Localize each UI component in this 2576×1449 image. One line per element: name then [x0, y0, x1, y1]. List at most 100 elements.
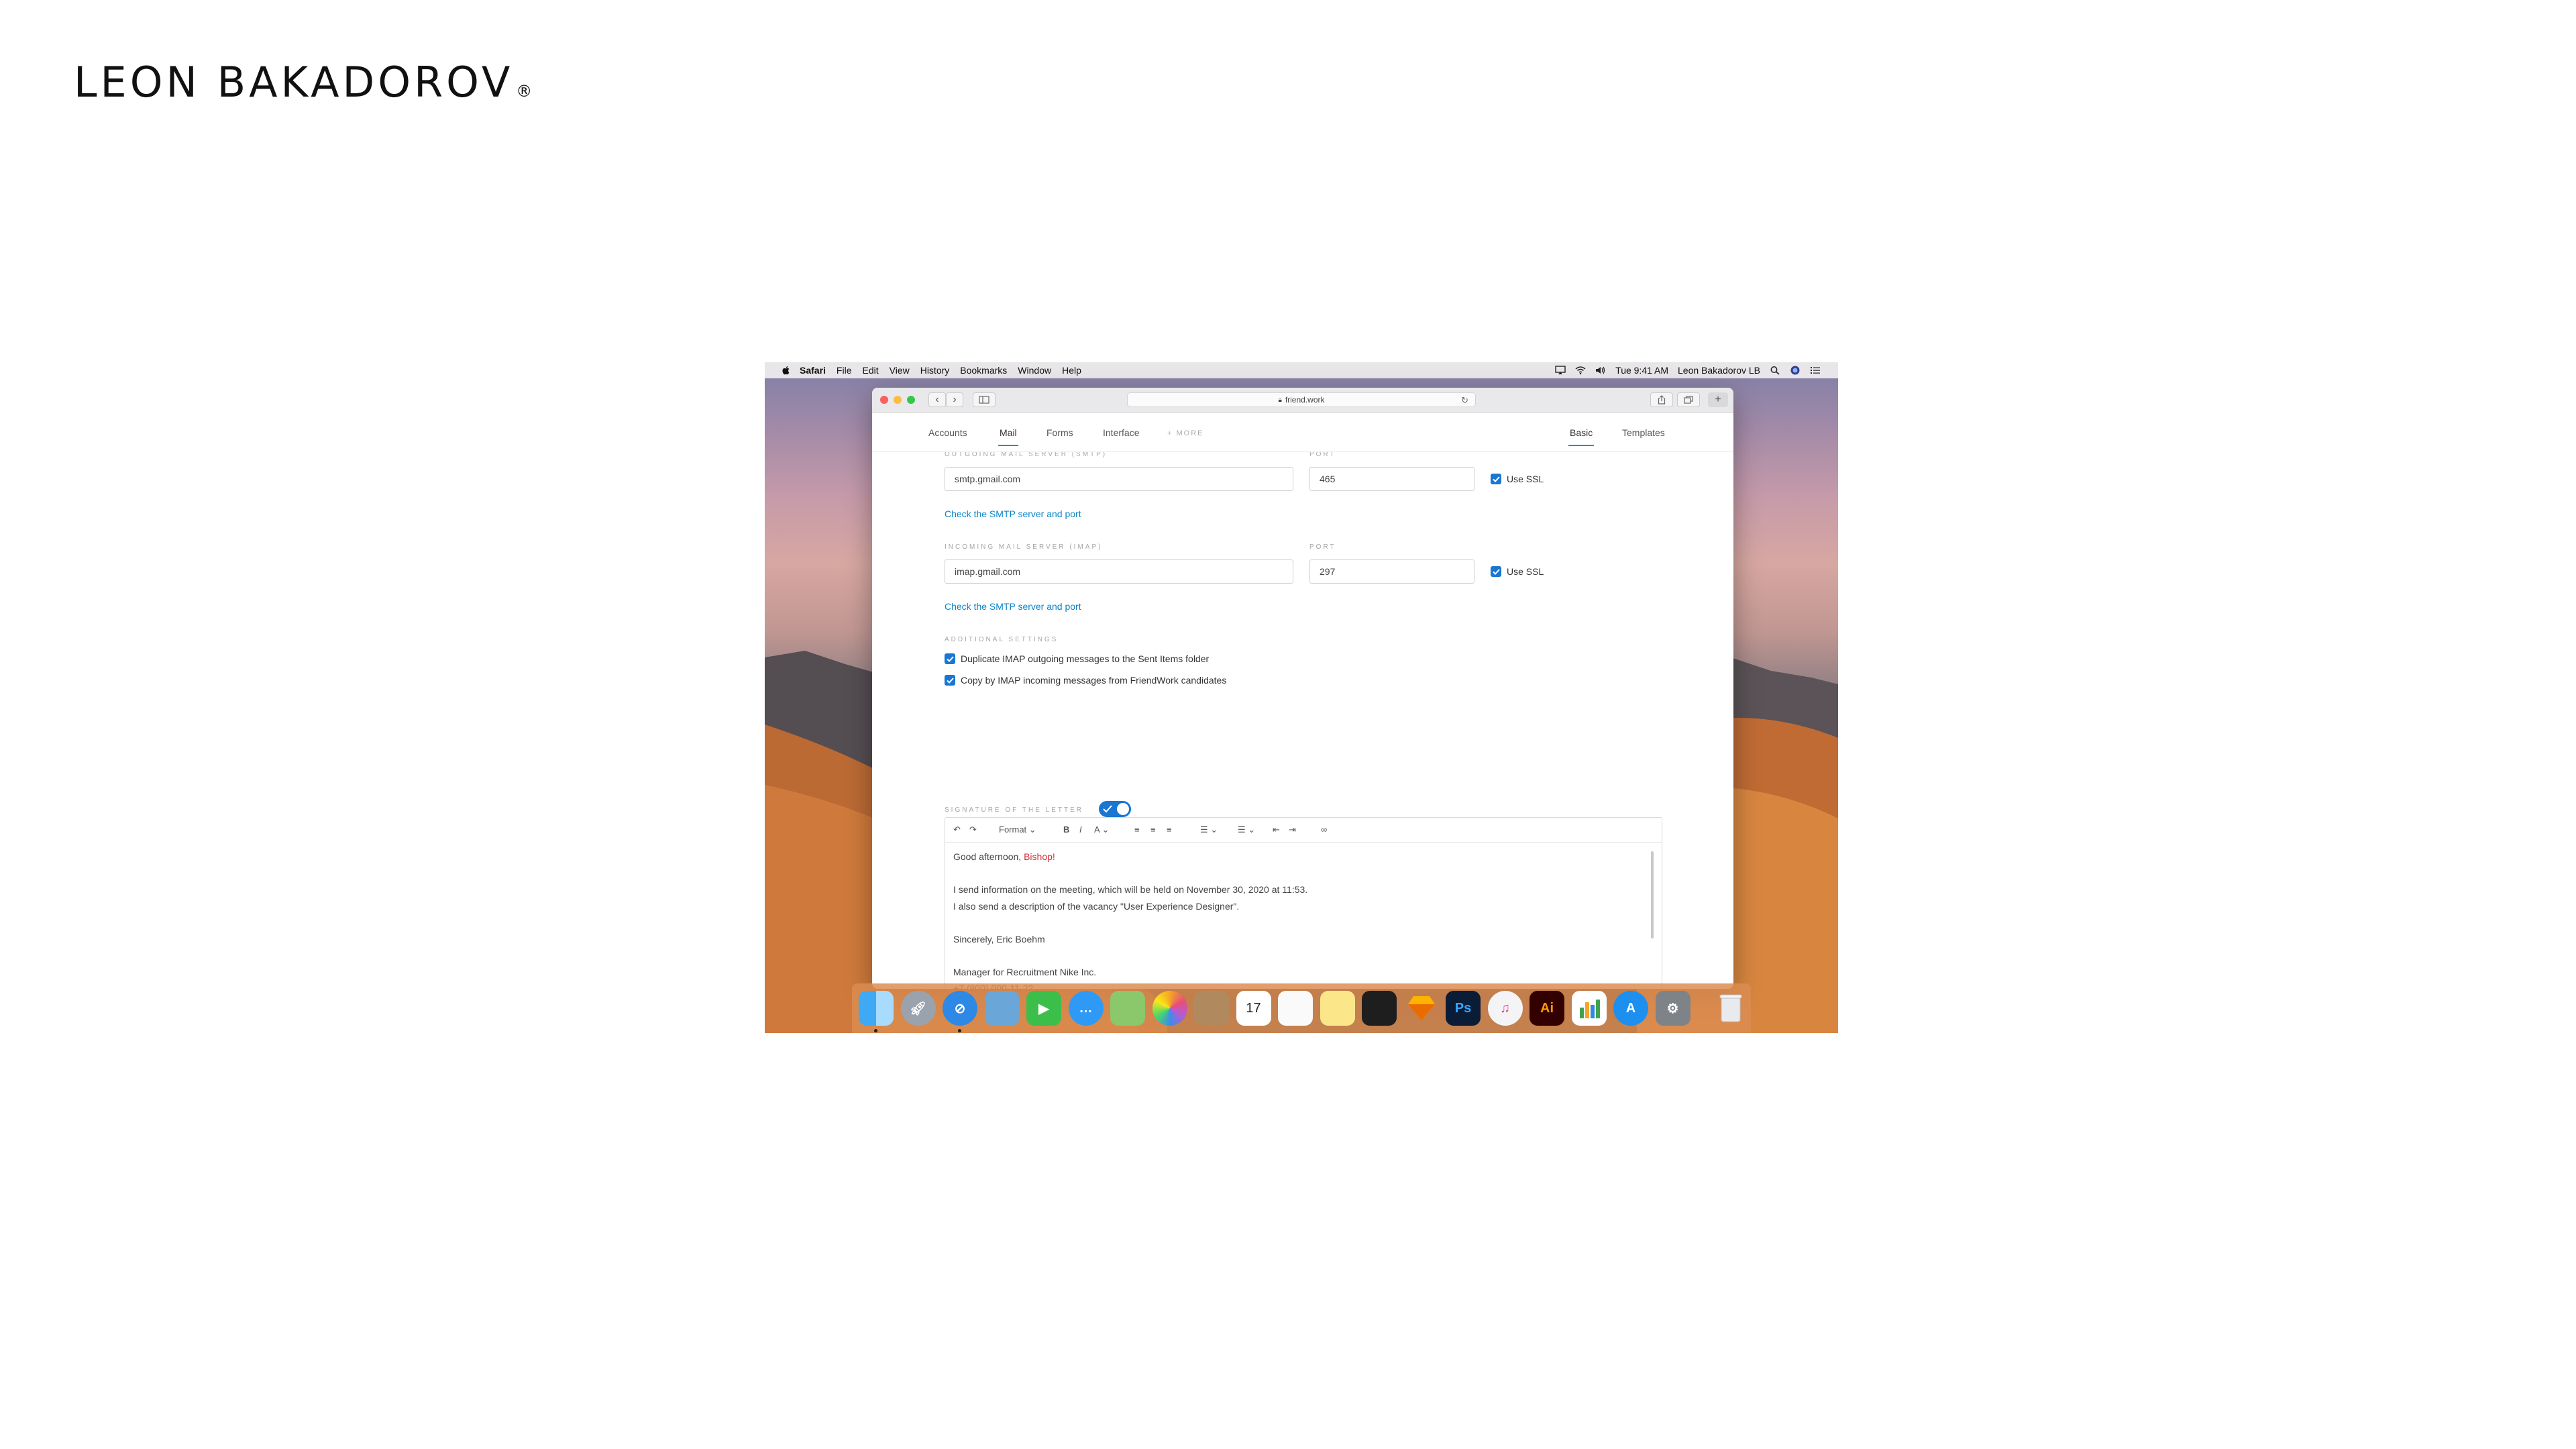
- tabs-icon: [1684, 396, 1693, 404]
- tab-forms[interactable]: Forms: [1046, 427, 1073, 438]
- indent-icon[interactable]: ⇥: [1289, 824, 1296, 835]
- tab-templates[interactable]: Templates: [1622, 427, 1665, 438]
- signature-toggle[interactable]: [1099, 801, 1131, 817]
- menubar-clock[interactable]: Tue 9:41 AM: [1615, 365, 1668, 376]
- tab-mail[interactable]: Mail: [998, 427, 1018, 446]
- redo-icon[interactable]: ↷: [969, 824, 977, 835]
- finder-icon[interactable]: [859, 991, 894, 1032]
- illustrator-icon[interactable]: Ai: [1529, 991, 1564, 1026]
- signature-label: SIGNATURE OF THE LETTER: [945, 806, 1083, 814]
- trash-icon[interactable]: [1713, 991, 1748, 1026]
- calendar-day: 17: [1246, 1000, 1261, 1016]
- sidebar-icon: [979, 396, 989, 404]
- menu-window[interactable]: Window: [1018, 365, 1051, 376]
- outgoing-server-field[interactable]: smtp.gmail.com: [945, 467, 1293, 491]
- menu-view[interactable]: View: [890, 365, 910, 376]
- maps-icon[interactable]: [1110, 991, 1145, 1026]
- greeting-name: Bishop!: [1024, 851, 1055, 862]
- signature-text[interactable]: Good afternoon, Bishop! I send informati…: [953, 849, 1307, 989]
- align-right-icon[interactable]: ≡: [1167, 824, 1172, 835]
- align-center-icon[interactable]: ≡: [1150, 824, 1156, 835]
- share-button[interactable]: [1650, 392, 1673, 407]
- bold-icon[interactable]: B: [1063, 824, 1069, 835]
- photos-icon[interactable]: [1152, 991, 1187, 1026]
- toggle-check-icon: [1103, 805, 1112, 813]
- zoom-window-button[interactable]: [907, 396, 915, 404]
- incoming-use-ssl-checkbox[interactable]: Use SSL: [1491, 566, 1544, 577]
- airplay-icon[interactable]: [1555, 366, 1566, 375]
- menu-edit[interactable]: Edit: [862, 365, 878, 376]
- reminders-icon[interactable]: [1278, 991, 1313, 1026]
- siri-icon[interactable]: [1790, 366, 1801, 375]
- menubar-user[interactable]: Leon Bakadorov LB: [1678, 365, 1760, 376]
- reload-icon[interactable]: ↻: [1461, 395, 1468, 406]
- back-button[interactable]: ‹: [928, 392, 946, 407]
- checkbox-checked-icon: [1491, 566, 1501, 577]
- apple-icon[interactable]: [781, 365, 792, 376]
- duplicate-imap-checkbox[interactable]: Duplicate IMAP outgoing messages to the …: [945, 653, 1209, 664]
- tab-basic[interactable]: Basic: [1568, 427, 1595, 446]
- sidebar-toggle-button[interactable]: [973, 392, 996, 407]
- link-icon[interactable]: ∞: [1321, 824, 1327, 835]
- copy-imap-label: Copy by IMAP incoming messages from Frie…: [961, 675, 1227, 686]
- brand-name: LEON BAKADOROV: [74, 58, 514, 107]
- minimize-window-button[interactable]: [894, 396, 902, 404]
- check-smtp-link-outgoing[interactable]: Check the SMTP server and port: [945, 508, 1081, 519]
- tab-interface[interactable]: Interface: [1103, 427, 1139, 438]
- bulleted-list-icon[interactable]: ☰ ⌄: [1200, 824, 1218, 835]
- incoming-server-field[interactable]: imap.gmail.com: [945, 559, 1293, 584]
- outgoing-use-ssl-checkbox[interactable]: Use SSL: [1491, 474, 1544, 484]
- figma-icon[interactable]: [1362, 991, 1397, 1026]
- signature-editor[interactable]: ↶ ↷ Format ⌄ B I A ⌄ ≡ ≡ ≡ ☰ ⌄ ☰ ⌄ ⇤ ⇥ ∞…: [945, 817, 1662, 989]
- tabs-overview-button[interactable]: [1677, 392, 1700, 407]
- menu-bookmarks[interactable]: Bookmarks: [960, 365, 1007, 376]
- menu-help[interactable]: Help: [1062, 365, 1081, 376]
- menu-history[interactable]: History: [920, 365, 950, 376]
- lock-icon: 🔒︎: [1278, 396, 1282, 404]
- outgoing-port-field[interactable]: 465: [1309, 467, 1474, 491]
- contacts-icon[interactable]: [1194, 991, 1229, 1026]
- forward-button[interactable]: ›: [946, 392, 963, 407]
- undo-icon[interactable]: ↶: [953, 824, 961, 835]
- checkbox-checked-icon: [1491, 474, 1501, 484]
- format-dropdown[interactable]: Format ⌄: [999, 824, 1036, 835]
- copy-imap-checkbox[interactable]: Copy by IMAP incoming messages from Frie…: [945, 675, 1226, 686]
- italic-icon[interactable]: I: [1079, 824, 1082, 835]
- new-tab-button[interactable]: +: [1708, 392, 1728, 407]
- wifi-icon[interactable]: [1575, 366, 1586, 375]
- calendar-icon[interactable]: 17: [1236, 991, 1271, 1026]
- volume-icon[interactable]: [1595, 366, 1606, 375]
- signature-line: Manager for Recruitment Nike Inc.: [953, 966, 1097, 977]
- check-smtp-link-incoming[interactable]: Check the SMTP server and port: [945, 601, 1081, 612]
- chevron-right-icon: ›: [953, 394, 957, 405]
- preview-icon[interactable]: [984, 991, 1020, 1026]
- sketch-icon[interactable]: [1404, 991, 1439, 1026]
- outgoing-port-label: PORT: [1309, 452, 1336, 458]
- messages-icon[interactable]: …: [1068, 991, 1104, 1026]
- notification-center-icon[interactable]: [1810, 366, 1821, 375]
- close-window-button[interactable]: [880, 396, 888, 404]
- numbers-icon[interactable]: [1571, 991, 1607, 1026]
- menu-file[interactable]: File: [837, 365, 852, 376]
- incoming-port-field[interactable]: 297: [1309, 559, 1474, 584]
- itunes-icon[interactable]: ♫: [1487, 991, 1523, 1026]
- menu-safari[interactable]: Safari: [800, 365, 826, 376]
- numbered-list-icon[interactable]: ☰ ⌄: [1238, 824, 1255, 835]
- mail-settings-form: OUTGOING MAIL SERVER (SMTP) PORT smtp.gm…: [872, 452, 1733, 989]
- spotlight-search-icon[interactable]: [1770, 366, 1780, 375]
- outdent-icon[interactable]: ⇤: [1273, 824, 1280, 835]
- address-bar[interactable]: 🔒︎ friend.work ↻: [1127, 392, 1476, 407]
- notes-icon[interactable]: [1320, 991, 1355, 1026]
- align-left-icon[interactable]: ≡: [1134, 824, 1140, 835]
- tab-accounts[interactable]: Accounts: [928, 427, 967, 438]
- safari-icon[interactable]: ⊘: [943, 991, 977, 1032]
- facetime-icon[interactable]: ▶︎: [1026, 991, 1061, 1026]
- editor-scrollbar[interactable]: [1651, 851, 1654, 938]
- system-preferences-icon[interactable]: ⚙︎: [1655, 991, 1690, 1026]
- app-store-icon[interactable]: A: [1613, 991, 1648, 1026]
- text-color-icon[interactable]: A ⌄: [1094, 824, 1109, 835]
- tab-more[interactable]: + MORE: [1167, 429, 1203, 437]
- photoshop-icon[interactable]: Ps: [1446, 991, 1481, 1026]
- launchpad-icon[interactable]: 🚀︎: [900, 991, 936, 1026]
